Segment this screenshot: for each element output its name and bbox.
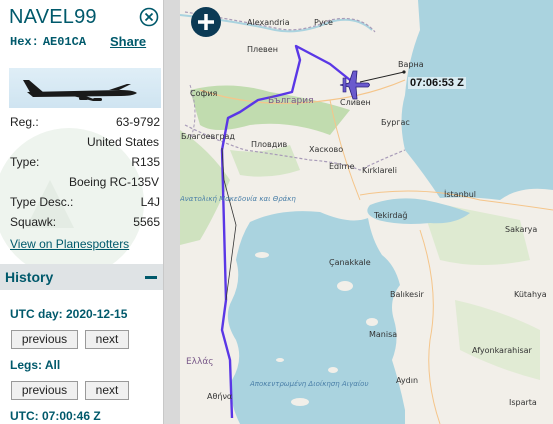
type-desc-label: Type Desc.: xyxy=(10,195,74,209)
map-label-burgas: Бургас xyxy=(381,118,410,127)
map-label-ruse: Русе xyxy=(314,18,333,27)
utc-time-label: UTC: 07:00:46 Z xyxy=(10,409,101,423)
map-gutter xyxy=(164,0,180,424)
map-label-athina: Αθήνα xyxy=(207,392,233,401)
map-view[interactable]: Alexandria Русе Плевен Варна София Бълга… xyxy=(164,0,553,424)
map-label-edirne: Edirne xyxy=(329,162,355,171)
map-label-isparta: Isparta xyxy=(509,398,537,407)
type-label: Type: xyxy=(10,155,40,169)
map-label-kutahya: Kütahya xyxy=(514,290,547,299)
map-label-kirklareli: Kırklareli xyxy=(362,166,397,175)
map-canvas[interactable] xyxy=(164,0,553,424)
map-label-afyonkarahisar: Afyonkarahisar xyxy=(472,346,532,355)
map-label-bulgaria: България xyxy=(268,96,314,106)
close-circle-icon[interactable] xyxy=(139,7,159,27)
planespotters-link[interactable]: View on Planespotters xyxy=(10,237,129,251)
aircraft-time-label: 07:06:53 Z xyxy=(408,77,466,89)
aircraft-silhouette-icon[interactable] xyxy=(9,68,161,108)
squawk-label: Squawk: xyxy=(10,215,57,229)
hex-value: AE01CA xyxy=(42,35,87,49)
legs-label: Legs: All xyxy=(10,358,61,372)
history-header[interactable]: History xyxy=(0,264,163,290)
type-name-value: Boeing RC-135V xyxy=(68,175,159,189)
plus-icon[interactable] xyxy=(191,7,221,37)
map-label-ellada: Ελλάς xyxy=(186,357,214,367)
next-day-button[interactable]: next xyxy=(85,330,129,349)
aircraft-info-sidebar: NAVEL99 Hex: AE01CA Share Reg.: 63-9792 U… xyxy=(0,0,164,424)
map-label-varna: Варна xyxy=(398,60,424,69)
map-label-pleven: Плевен xyxy=(247,45,278,54)
previous-day-button[interactable]: previous xyxy=(11,330,78,349)
map-label-aydin: Aydın xyxy=(396,376,419,385)
type-value: R135 xyxy=(131,155,160,169)
history-title: History xyxy=(5,269,54,285)
registration-value: 63-9792 xyxy=(115,115,160,129)
squawk-value: 5565 xyxy=(133,215,160,229)
map-label-plovdiv: Пловдив xyxy=(251,140,288,149)
map-label-istanbul: İstanbul xyxy=(444,190,477,199)
map-label-canakkale: Çanakkale xyxy=(329,258,371,267)
hex-label: Hex: xyxy=(10,35,39,49)
map-label-sofia: София xyxy=(190,89,218,98)
hex-row: Hex: AE01CA xyxy=(10,35,86,49)
map-label-sakarya: Sakarya xyxy=(505,225,538,234)
registration-label: Reg.: xyxy=(10,115,39,129)
country-value: United States xyxy=(86,135,159,149)
type-desc-value: L4J xyxy=(140,195,160,209)
utc-day-label: UTC day: 2020-12-15 xyxy=(10,307,128,321)
map-label-manisa: Manisa xyxy=(369,330,398,339)
map-label-blagoevgrad: Благоевград xyxy=(181,132,235,141)
map-label-balikesir: Balıkesir xyxy=(390,290,424,299)
map-label-macedonia: Ανατολική Μακεδονία και Θράκη xyxy=(180,195,296,203)
airplane-icon[interactable] xyxy=(338,68,372,102)
share-link[interactable]: Share xyxy=(110,34,146,49)
map-label-tekirdag: Tekirdağ xyxy=(374,211,408,220)
map-label-alexandria: Alexandria xyxy=(247,18,290,27)
map-label-aegean: Αποκεντρωμένη Διοίκηση Αιγαίου xyxy=(250,380,369,388)
map-label-haskovo: Хасково xyxy=(309,145,344,154)
previous-leg-button[interactable]: previous xyxy=(11,381,78,400)
next-leg-button[interactable]: next xyxy=(85,381,129,400)
callsign: NAVEL99 xyxy=(9,6,97,28)
minus-icon[interactable] xyxy=(145,276,157,279)
